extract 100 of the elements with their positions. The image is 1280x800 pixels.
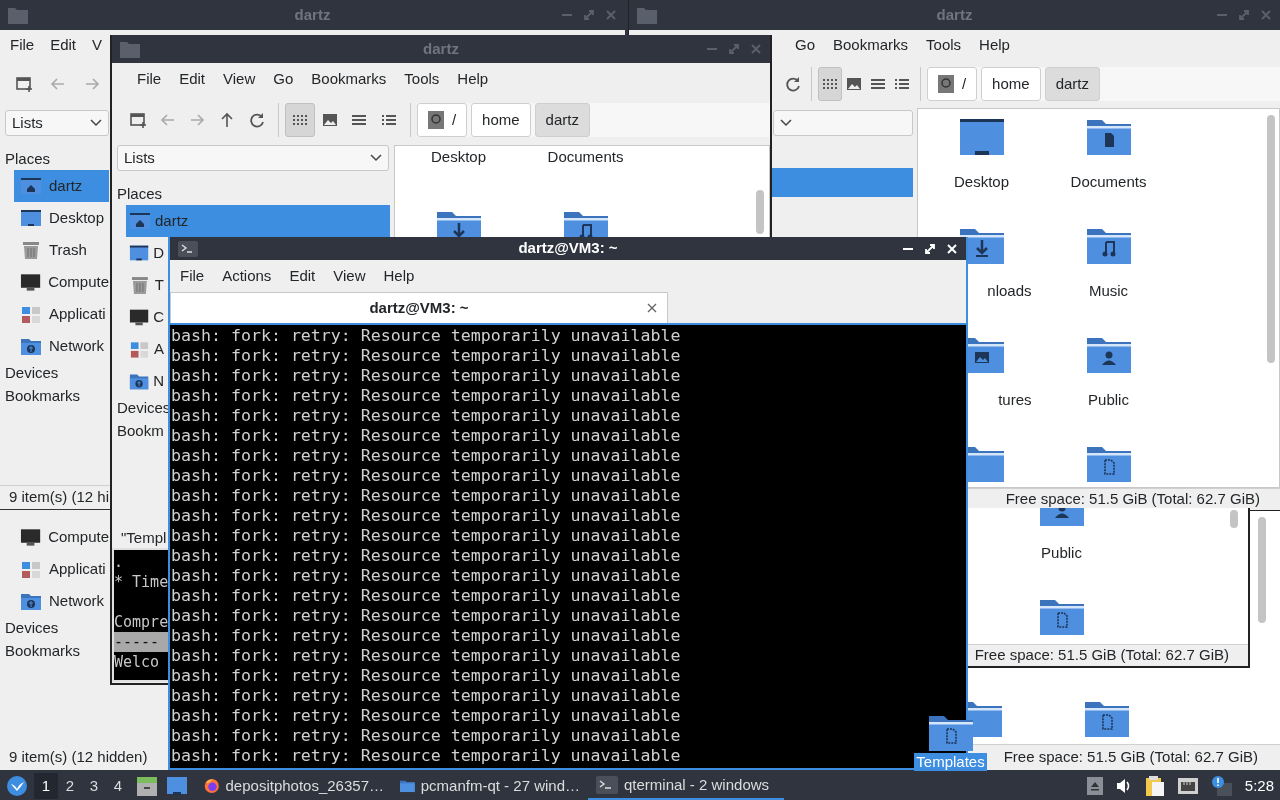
terminal-line: bash: fork: retry: Resource temporarily unavailable: [171, 606, 681, 626]
image-icon: [845, 75, 864, 93]
workspace-button[interactable]: 2: [58, 773, 82, 799]
menu-item[interactable]: Tools: [395, 64, 449, 94]
section-header: Places: [5, 149, 51, 169]
status-text: Free space: 51.5 GiB (Total: 62.7 GiB): [974, 645, 1229, 666]
file-name[interactable]: Documents: [547, 146, 624, 169]
folder-icon: [1082, 699, 1131, 739]
menu-item[interactable]: File: [171, 262, 214, 291]
eject-icon[interactable]: [1086, 777, 1103, 795]
notification-icon[interactable]: [1210, 775, 1233, 797]
menu-item[interactable]: File: [10, 30, 35, 60]
file-name[interactable]: nloads: [987, 280, 1032, 303]
file-name[interactable]: Public: [1041, 542, 1082, 565]
task-button[interactable]: qterminal - 2 windows: [588, 772, 784, 800]
terminal-line: bash: fork: retry: Resource temporarily unavailable: [171, 486, 681, 506]
scrollbar[interactable]: [1267, 115, 1275, 363]
menu-item[interactable]: Help: [374, 262, 424, 291]
drive-icon: [427, 111, 444, 129]
path-button[interactable]: dartz: [534, 103, 590, 137]
menu-item[interactable]: Edit: [280, 262, 325, 291]
menu-item[interactable]: Go: [264, 64, 303, 94]
clipboard-icon[interactable]: [1144, 775, 1165, 797]
menu-item[interactable]: Actions: [213, 262, 281, 291]
terminal-line: bash: fork: retry: Resource temporarily unavailable: [171, 446, 681, 466]
terminal-line: bash: fork: retry: Resource temporarily unavailable: [171, 346, 681, 366]
status-text: "Templ: [120, 528, 167, 548]
task-button[interactable]: depositphotos_26357…: [196, 772, 392, 800]
scrollbar[interactable]: [756, 190, 764, 234]
terminal-line: bash: fork: retry: Resource temporarily unavailable: [171, 706, 681, 726]
sidebar-item[interactable]: D: [126, 237, 164, 269]
sidebar-item[interactable]: dartz: [14, 170, 109, 202]
sidebar-item[interactable]: Applicati: [14, 553, 109, 585]
folder-icon: [1037, 597, 1086, 637]
sidebar-item[interactable]: Compute: [14, 521, 109, 553]
network-folder-icon: [20, 336, 42, 356]
menu-item[interactable]: View: [214, 64, 265, 94]
workspace-button[interactable]: 4: [106, 773, 130, 799]
file-name[interactable]: Music: [1088, 280, 1129, 303]
chevron-down-icon: [780, 119, 792, 127]
path-button[interactable]: dartz: [1044, 67, 1100, 101]
sidebar-item[interactable]: Applicati: [14, 298, 109, 330]
sidebar-item[interactable]: T: [126, 269, 164, 301]
start-menu-icon[interactable]: [6, 775, 28, 797]
dropdown[interactable]: Lists: [5, 110, 109, 136]
menu-item[interactable]: Edit: [50, 30, 77, 60]
section-header: Bookm: [117, 421, 164, 442]
scrollbar[interactable]: [1258, 517, 1266, 623]
view-mode-button[interactable]: [284, 103, 315, 137]
monitor-icon: [20, 527, 42, 547]
desktop-icon[interactable]: [166, 776, 188, 796]
menu-item[interactable]: Help: [448, 64, 498, 94]
menu-item[interactable]: File: [128, 64, 171, 94]
workspace-button[interactable]: 3: [82, 773, 106, 799]
refresh-icon: [247, 111, 266, 129]
path-button[interactable]: home: [981, 67, 1041, 101]
file-name[interactable]: Public: [1088, 389, 1129, 412]
path-button[interactable]: /: [416, 103, 468, 137]
sidebar-item[interactable]: N: [126, 365, 164, 397]
sidebar-item[interactable]: C: [126, 301, 164, 333]
network-folder-icon: [20, 591, 42, 611]
scrollbar[interactable]: [1230, 510, 1238, 528]
console-line: * Time: [114, 572, 170, 592]
menu-item[interactable]: Bookmarks: [302, 64, 396, 94]
menu-item[interactable]: Bookmarks: [824, 30, 918, 60]
menu-item[interactable]: View: [324, 262, 375, 291]
task-button[interactable]: pcmanfm-qt - 27 wind…: [392, 772, 588, 800]
close-icon[interactable]: [647, 303, 657, 313]
terminal-line: bash: fork: retry: Resource temporarily unavailable: [171, 506, 681, 526]
sidebar-item[interactable]: A: [126, 333, 164, 365]
terminal-line: bash: fork: retry: Resource temporarily unavailable: [171, 366, 681, 386]
sidebar-item[interactable]: dartz: [126, 205, 390, 237]
folder-icon: [1084, 444, 1133, 484]
menu-item[interactable]: V: [92, 30, 103, 60]
dropdown[interactable]: Lists: [117, 145, 389, 171]
folder-icon: [1084, 226, 1133, 266]
home-icon: [129, 211, 151, 231]
workspace-button[interactable]: 1: [34, 773, 58, 799]
file-cabinet-icon[interactable]: [136, 775, 158, 797]
network-icon[interactable]: [1176, 777, 1199, 795]
terminal-line: bash: fork: retry: Resource temporarily unavailable: [171, 546, 681, 566]
file-name[interactable]: Documents: [1070, 171, 1147, 194]
file-name[interactable]: Desktop: [431, 146, 486, 169]
menu-item[interactable]: Help: [970, 30, 1019, 60]
sidebar-item[interactable]: Compute: [14, 266, 109, 298]
file-name[interactable]: Desktop: [954, 171, 1009, 194]
menu-item[interactable]: Edit: [170, 64, 215, 94]
terminal-tab[interactable]: dartz@VM3: ~: [170, 292, 668, 323]
sidebar-item[interactable]: Desktop: [14, 202, 109, 234]
menu-item[interactable]: Go: [786, 30, 824, 60]
sidebar-item[interactable]: Trash: [14, 234, 109, 266]
menu-item[interactable]: Tools: [917, 30, 971, 60]
sidebar-item[interactable]: Network: [14, 585, 109, 617]
file-name[interactable]: tures: [998, 389, 1032, 412]
view-mode-button[interactable]: [817, 67, 843, 101]
drive-icon: [937, 75, 954, 93]
terminal-icon: [596, 776, 618, 794]
sidebar-item[interactable]: Network: [14, 330, 109, 362]
path-button[interactable]: home: [471, 103, 531, 137]
path-button[interactable]: /: [926, 67, 978, 101]
